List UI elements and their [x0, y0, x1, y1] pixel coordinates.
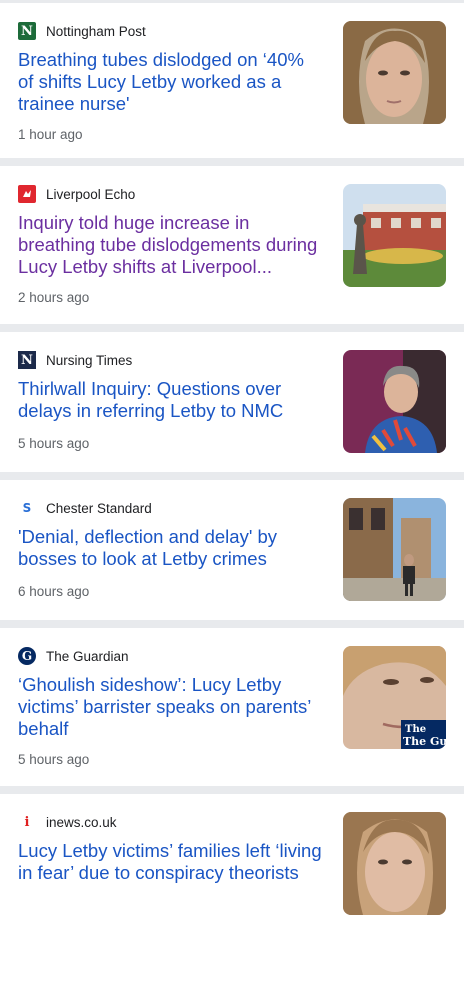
- nursing-times-logo-icon: N: [18, 351, 36, 369]
- article-headline[interactable]: Inquiry told huge increase in breathing …: [18, 212, 324, 278]
- chester-standard-logo-icon: S: [18, 499, 36, 517]
- article-headline[interactable]: ‘Ghoulish sideshow’: Lucy Letby victims’…: [18, 674, 324, 740]
- news-card[interactable]: N Nottingham Post Breathing tubes dislod…: [0, 0, 464, 158]
- article-headline[interactable]: Thirlwall Inquiry: Questions over delays…: [18, 378, 324, 422]
- source-row[interactable]: N Nursing Times: [18, 350, 132, 370]
- article-timestamp: 6 hours ago: [18, 584, 90, 599]
- article-thumbnail[interactable]: The The Guardi: [343, 646, 446, 749]
- article-thumbnail[interactable]: [343, 498, 446, 601]
- news-card[interactable]: S Chester Standard 'Denial, deflection a…: [0, 480, 464, 620]
- news-card[interactable]: N Nursing Times Thirlwall Inquiry: Quest…: [0, 332, 464, 472]
- news-card[interactable]: Liverpool Echo Inquiry told huge increas…: [0, 166, 464, 324]
- source-name: Nottingham Post: [46, 23, 146, 39]
- the-guardian-logo-icon: G: [18, 647, 36, 665]
- article-timestamp: 2 hours ago: [18, 290, 90, 305]
- source-row[interactable]: G The Guardian: [18, 646, 129, 666]
- svg-text:The: The: [405, 724, 426, 735]
- source-row[interactable]: Liverpool Echo: [18, 184, 135, 204]
- article-thumbnail[interactable]: [343, 21, 446, 124]
- source-name: Nursing Times: [46, 352, 133, 368]
- source-name: Chester Standard: [46, 500, 152, 516]
- article-timestamp: 1 hour ago: [18, 127, 83, 142]
- source-name: inews.co.uk: [46, 814, 117, 830]
- article-thumbnail[interactable]: [343, 350, 446, 453]
- liverpool-echo-logo-icon: [18, 185, 36, 203]
- article-thumbnail[interactable]: [343, 184, 446, 287]
- guardian-thumbnail-text: The Guardi: [403, 735, 446, 748]
- article-timestamp: 5 hours ago: [18, 436, 90, 451]
- article-headline[interactable]: Lucy Letby victims’ families left ‘livin…: [18, 840, 324, 884]
- news-card[interactable]: G The Guardian ‘Ghoulish sideshow’: Lucy…: [0, 628, 464, 786]
- source-name: The Guardian: [46, 648, 129, 664]
- inews-logo-icon: i: [18, 813, 36, 831]
- source-row[interactable]: N Nottingham Post: [18, 21, 146, 41]
- article-headline[interactable]: 'Denial, deflection and delay' by bosses…: [18, 526, 324, 570]
- article-timestamp: 5 hours ago: [18, 752, 90, 767]
- source-row[interactable]: i inews.co.uk: [18, 812, 117, 832]
- article-headline[interactable]: Breathing tubes dislodged on ‘40% of shi…: [18, 49, 324, 115]
- news-feed: N Nottingham Post Breathing tubes dislod…: [0, 0, 464, 994]
- source-name: Liverpool Echo: [46, 186, 136, 202]
- source-row[interactable]: S Chester Standard: [18, 498, 152, 518]
- nottingham-post-logo-icon: N: [18, 22, 36, 40]
- news-card[interactable]: i inews.co.uk Lucy Letby victims’ famili…: [0, 794, 464, 994]
